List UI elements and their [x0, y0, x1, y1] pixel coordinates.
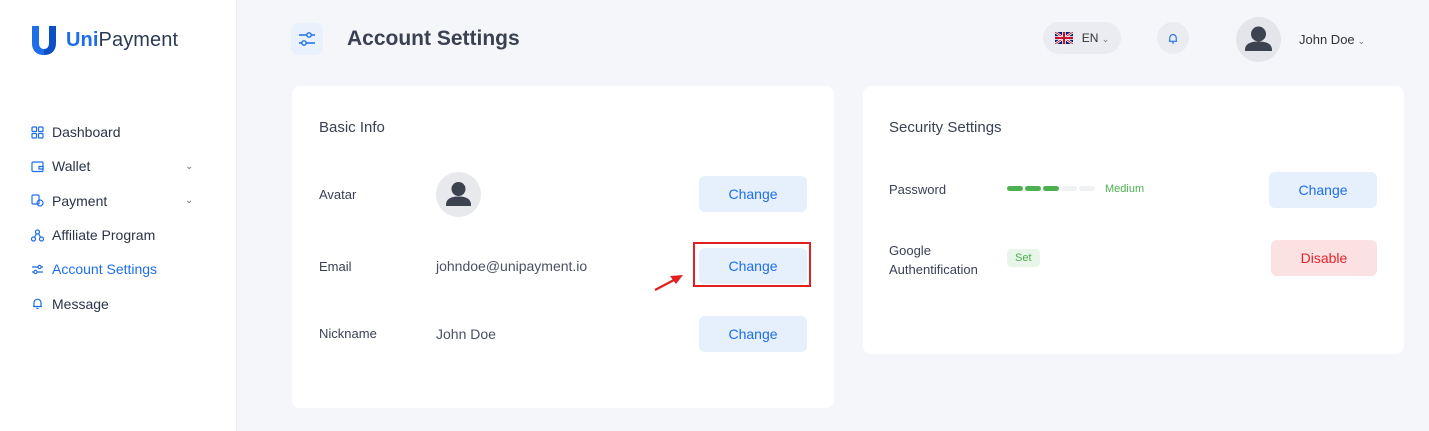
sidebar-nav: Dashboard Wallet ⌄ Payment ⌄ Affiliate P… [0, 115, 237, 321]
unipayment-logo-icon [32, 26, 56, 55]
nickname-value: John Doe [436, 326, 496, 342]
sidebar: UniPayment Dashboard Wallet ⌄ Payment ⌄ … [0, 0, 237, 431]
strength-segment [1007, 186, 1023, 191]
basic-info-title: Basic Info [319, 119, 385, 136]
highlight-box [693, 242, 811, 287]
nickname-label: Nickname [319, 326, 377, 341]
sidebar-item-label: Payment [52, 192, 108, 209]
wallet-icon [31, 160, 44, 173]
password-label: Password [889, 182, 947, 197]
google-auth-label: Google Authentification [889, 241, 978, 279]
red-arrow-icon [654, 275, 683, 291]
user-name: John Doe [1299, 32, 1355, 47]
user-icon [446, 182, 471, 206]
change-password-button[interactable]: Change [1269, 172, 1377, 208]
settings-sliders-icon [299, 32, 315, 46]
grid-icon [31, 126, 44, 139]
sidebar-item-dashboard[interactable]: Dashboard [0, 115, 237, 149]
sidebar-item-payment[interactable]: Payment ⌄ [0, 184, 237, 218]
avatar[interactable] [1236, 17, 1281, 62]
strength-segment [1043, 186, 1059, 191]
google-auth-label-line1: Google [889, 243, 931, 258]
language-selector[interactable]: EN ⌄ [1043, 22, 1121, 54]
password-strength-bar [1007, 186, 1095, 191]
affiliate-icon [31, 228, 44, 242]
page-title: Account Settings [347, 27, 520, 50]
sidebar-item-label: Message [52, 295, 109, 312]
sidebar-item-account-settings[interactable]: Account Settings [0, 252, 237, 286]
sidebar-item-label: Dashboard [52, 124, 121, 141]
settings-sliders-icon [31, 263, 44, 276]
sidebar-item-wallet[interactable]: Wallet ⌄ [0, 149, 237, 183]
email-label: Email [319, 259, 352, 274]
google-auth-label-line2: Authentification [889, 262, 978, 277]
language-label: EN ⌄ [1081, 31, 1110, 45]
sidebar-item-label: Wallet [52, 158, 91, 175]
sidebar-item-message[interactable]: Message [0, 286, 237, 320]
page-header-icon [291, 23, 323, 55]
change-avatar-button[interactable]: Change [699, 176, 807, 212]
sidebar-item-label: Account Settings [52, 261, 158, 278]
strength-segment [1061, 186, 1077, 191]
user-icon [1245, 26, 1272, 51]
uk-flag-icon [1054, 32, 1073, 44]
brand-logo[interactable]: UniPayment [30, 24, 178, 56]
security-settings-title: Security Settings [889, 119, 1002, 136]
payment-icon [31, 194, 44, 207]
change-nickname-button[interactable]: Change [699, 316, 807, 352]
email-value: johndoe@unipayment.io [436, 258, 588, 274]
user-menu[interactable]: John Doe ⌄ [1299, 32, 1365, 47]
bell-icon [1168, 33, 1178, 43]
avatar [436, 172, 481, 217]
chevron-down-icon: ⌄ [1357, 36, 1366, 46]
strength-segment [1079, 186, 1095, 191]
sidebar-item-label: Affiliate Program [52, 227, 156, 244]
strength-segment [1025, 186, 1041, 191]
status-badge: Set [1007, 249, 1040, 267]
disable-google-auth-button[interactable]: Disable [1271, 240, 1377, 276]
brand-name: UniPayment [66, 28, 179, 51]
notification-button[interactable] [1157, 22, 1189, 54]
bell-icon [31, 297, 44, 310]
chevron-down-icon: ⌄ [185, 195, 194, 207]
avatar-label: Avatar [319, 187, 357, 202]
password-strength-label: Medium [1105, 183, 1145, 195]
sidebar-item-affiliate[interactable]: Affiliate Program [0, 218, 237, 252]
chevron-down-icon: ⌄ [1101, 34, 1110, 44]
chevron-down-icon: ⌄ [185, 160, 194, 172]
